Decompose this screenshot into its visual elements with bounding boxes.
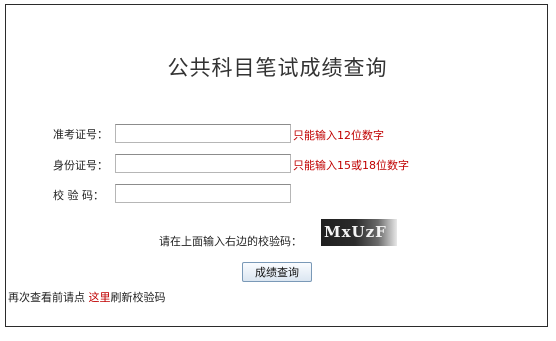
refresh-prefix: 再次查看前请点 — [8, 291, 89, 304]
refresh-captcha-link[interactable]: 这里 — [89, 291, 111, 304]
refresh-suffix: 刷新校验码 — [110, 291, 166, 304]
id-number-label: 身份证号： — [53, 159, 108, 172]
id-number-input[interactable] — [115, 154, 291, 173]
refresh-captcha-note: 再次查看前请点 这里刷新校验码 — [8, 289, 166, 305]
ticket-number-input[interactable] — [115, 124, 291, 143]
verify-code-input[interactable] — [115, 184, 291, 203]
captcha-prompt: 请在上面输入右边的校验码： — [159, 235, 302, 248]
query-panel: 公共科目笔试成绩查询 准考证号： 只能输入12位数字 身份证号： 只能输入15或… — [5, 4, 548, 327]
captcha-image[interactable]: MxUzF — [321, 219, 397, 246]
page-title: 公共科目笔试成绩查询 — [167, 56, 388, 80]
id-number-hint: 只能输入15或18位数字 — [293, 159, 409, 172]
verify-code-label: 校 验 码： — [53, 189, 104, 202]
query-score-button[interactable]: 成绩查询 — [242, 262, 312, 282]
ticket-hint: 只能输入12位数字 — [293, 129, 384, 142]
ticket-label: 准考证号： — [53, 128, 108, 141]
